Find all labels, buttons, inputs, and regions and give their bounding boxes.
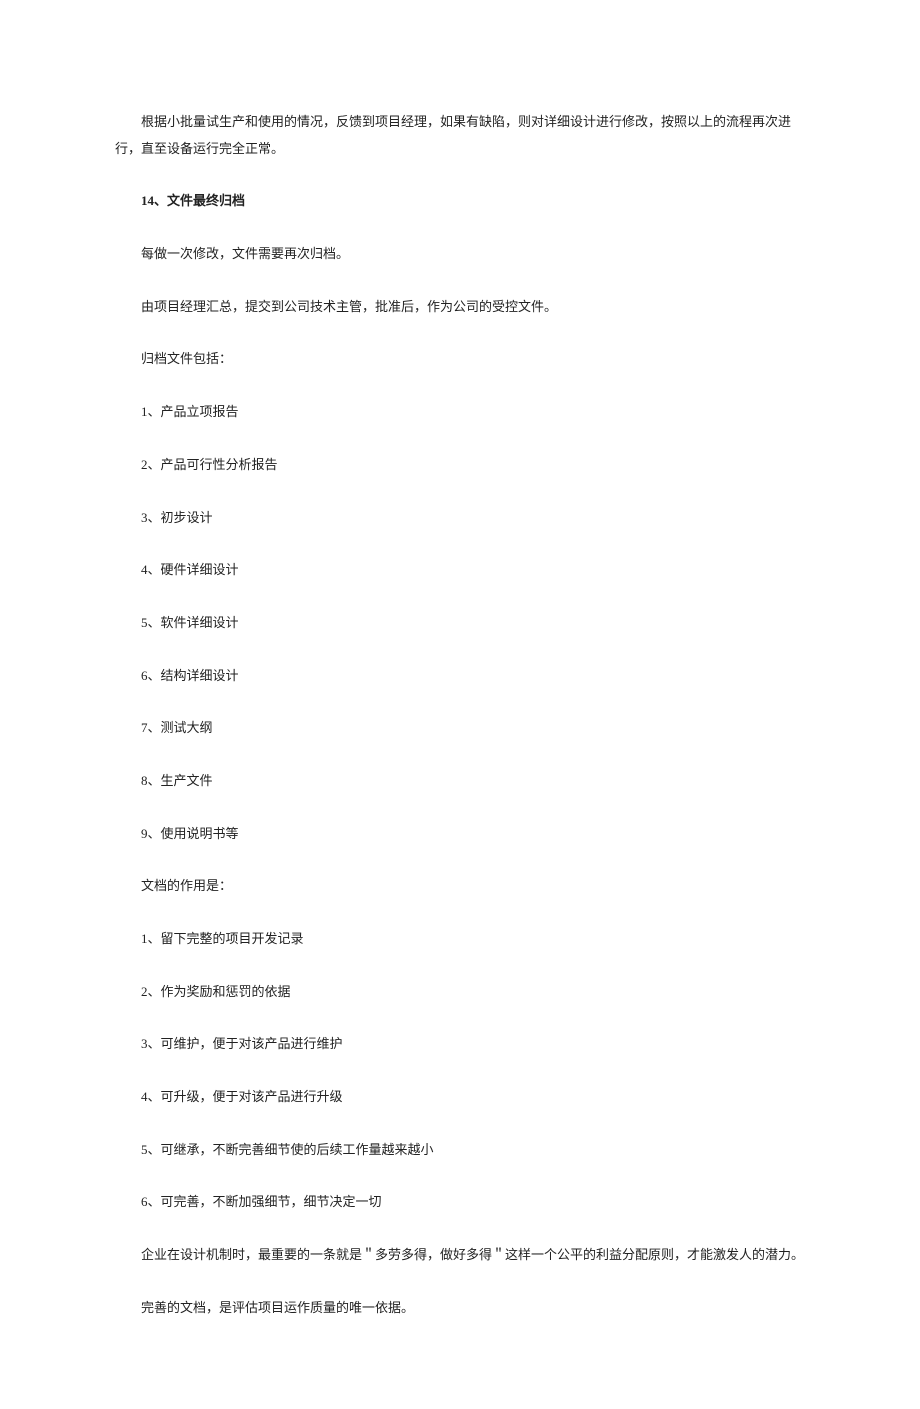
paragraph-submit-note: 由项目经理汇总，提交到公司技术主管，批准后，作为公司的受控文件。 <box>115 295 805 320</box>
archive-item: 4、硬件详细设计 <box>115 558 805 583</box>
intro-paragraph-line2: 行，直至设备运行完全正常。 <box>115 137 805 162</box>
purpose-item: 1、留下完整的项目开发记录 <box>115 927 805 952</box>
purpose-item: 6、可完善，不断加强细节，细节决定一切 <box>115 1190 805 1215</box>
archive-item: 1、产品立项报告 <box>115 400 805 425</box>
purpose-item: 4、可升级，便于对该产品进行升级 <box>115 1085 805 1110</box>
section-heading-14: 14、文件最终归档 <box>115 189 805 214</box>
archive-item: 2、产品可行性分析报告 <box>115 453 805 478</box>
paragraph-conclusion: 完善的文档，是评估项目运作质量的唯一依据。 <box>115 1296 805 1321</box>
archive-item: 7、测试大纲 <box>115 716 805 741</box>
archive-item: 8、生产文件 <box>115 769 805 794</box>
purpose-item: 5、可继承，不断完善细节使的后续工作量越来越小 <box>115 1138 805 1163</box>
intro-paragraph-line1: 根据小批量试生产和使用的情况，反馈到项目经理，如果有缺陷，则对详细设计进行修改，… <box>115 110 805 135</box>
paragraph-archive-includes: 归档文件包括： <box>115 347 805 372</box>
archive-item: 3、初步设计 <box>115 506 805 531</box>
purpose-item: 2、作为奖励和惩罚的依据 <box>115 980 805 1005</box>
archive-item: 9、使用说明书等 <box>115 822 805 847</box>
paragraph-mechanism: 企业在设计机制时，最重要的一条就是＂多劳多得，做好多得＂这样一个公平的利益分配原… <box>115 1243 805 1268</box>
archive-item: 5、软件详细设计 <box>115 611 805 636</box>
purpose-item: 3、可维护，便于对该产品进行维护 <box>115 1032 805 1057</box>
paragraph-doc-purpose: 文档的作用是： <box>115 874 805 899</box>
paragraph-archive-note: 每做一次修改，文件需要再次归档。 <box>115 242 805 267</box>
archive-item: 6、结构详细设计 <box>115 664 805 689</box>
